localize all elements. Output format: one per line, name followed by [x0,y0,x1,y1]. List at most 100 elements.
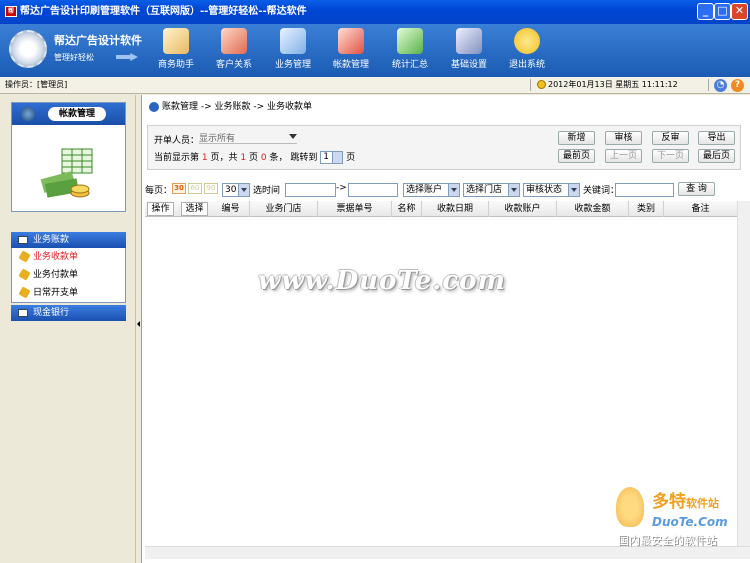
keyword-input[interactable] [615,183,674,197]
tool-label: 帐款管理 [332,60,369,70]
col-category[interactable]: 类别 [629,201,664,217]
status-select[interactable]: 审核状态 [523,183,580,197]
money-spreadsheet-icon [40,148,93,198]
nav-item-payment[interactable]: 业务付款单 [12,266,125,284]
search-button[interactable]: 查 询 [678,182,715,196]
keyword-label: 关键词： [583,186,620,196]
close-button[interactable]: ✕ [731,3,748,20]
tool-label: 基础设置 [450,60,487,70]
unapprove-button[interactable]: 反审 [652,131,689,145]
help-icon[interactable]: ? [731,79,744,92]
col-ticket-no[interactable]: 票据单号 [318,201,392,217]
main-toolbar: 帮达广告设计软件 管理好轻松 商务助手 客户关系 业务管理 帐款管理 统计汇总 … [0,24,750,77]
creator-select[interactable]: 显示所有 [199,131,297,144]
site-logo-domain: DuoTe.Com [652,515,728,529]
module-title: 帐款管理 [48,107,106,121]
page-size-30[interactable]: 30 [172,183,186,194]
maximize-button[interactable]: □ [714,3,731,20]
site-logo: 多特软件站 DuoTe.Com 国内最安全的软件站 [612,485,746,550]
store-select[interactable]: 选择门店 [463,183,520,197]
filter-panel: 开单人员： 显示所有 当前显示第 1 页，共 1 页 0 条， 跳转到 1 页 … [147,125,741,170]
creator-label: 开单人员： [154,136,200,146]
exit-figure-icon [514,28,540,54]
first-page-button[interactable]: 最前页 [558,149,595,163]
tool-business-management[interactable]: 业务管理 [264,28,322,70]
datetime: 2012年01月13日 星期五 11:11:12 [548,80,678,89]
page-info-text: 页，共 [210,153,238,163]
minimize-button[interactable]: _ [697,3,714,20]
col-id[interactable]: 编号 [212,201,250,217]
next-page-button[interactable]: 下一页 [652,149,689,163]
search-globe-icon [149,101,159,112]
tool-business-assistant[interactable]: 商务助手 [147,28,205,70]
total-items: 0 [260,153,267,163]
per-page-label: 每页： [145,186,173,196]
folder-icon [18,236,28,244]
site-logo-title-a: 多特 [652,492,686,512]
nav-item-label: 日常开支单 [33,288,79,298]
col-actions[interactable]: 操作 [147,202,174,216]
col-receipt-account[interactable]: 收款账户 [489,201,557,217]
col-store[interactable]: 业务门店 [250,201,318,217]
account-select-value: 选择账户 [406,185,443,195]
current-page: 1 [201,153,208,163]
refresh-icon[interactable]: ◔ [714,79,727,92]
account-select[interactable]: 选择账户 [403,183,460,197]
range-separator: -> [336,183,347,193]
page-info: 当前显示第 1 页，共 1 页 0 条， 跳转到 1 页 [154,150,355,164]
nav-group-label: 业务账款 [33,235,70,245]
col-remarks[interactable]: 备注 [664,201,737,217]
col-name[interactable]: 名称 [392,201,422,217]
page-size-select[interactable]: 30 [222,183,250,197]
time-label: 选时间 [253,186,281,196]
last-page-button[interactable]: 最后页 [698,149,735,163]
jump-page-select[interactable]: 1 [320,151,344,164]
page-size-60[interactable]: 60 [188,183,202,194]
nav-item-expense[interactable]: 日常开支单 [12,284,125,302]
tool-label: 商务助手 [157,60,194,70]
tool-customer-relations[interactable]: 客户关系 [205,28,263,70]
breadcrumb: 账款管理 -> 业务账款 -> 业务收款单 [149,99,312,112]
nav-group-cash-bank[interactable]: 现金银行 [11,305,126,321]
prev-page-button[interactable]: 上一页 [605,149,642,163]
app-icon[interactable]: 帮 [5,6,17,17]
status-select-value: 审核状态 [526,185,563,195]
col-receipt-amount[interactable]: 收款金额 [557,201,629,217]
site-logo-tagline: 国内最安全的软件站 [618,534,717,547]
clipboard-check-icon [163,28,189,54]
nav-group-business-accounts[interactable]: 业务账款 [11,232,126,248]
tool-label: 退出系统 [508,60,545,70]
chevron-down-icon [332,152,343,163]
col-receipt-date[interactable]: 收款日期 [422,201,489,217]
tool-basic-settings[interactable]: 基础设置 [440,28,498,70]
nav-group-label: 现金银行 [33,308,70,318]
cube-icon [18,250,31,263]
tool-statistics[interactable]: 统计汇总 [381,28,439,70]
tool-exit-system[interactable]: 退出系统 [498,28,556,70]
export-button[interactable]: 导出 [698,131,735,145]
col-select[interactable]: 选择 [181,202,208,216]
collapse-arrow-icon[interactable] [137,321,140,327]
exchange-icon [338,28,364,54]
notebook-pen-icon [280,28,306,54]
chevron-down-icon [568,184,579,196]
folder-icon [18,309,28,317]
add-button[interactable]: 新增 [558,131,595,145]
approve-button[interactable]: 审核 [605,131,642,145]
tool-label: 统计汇总 [391,60,428,70]
nav-item-receipt[interactable]: 业务收款单 [12,248,125,266]
page-info-text: 条， 跳转到 [269,153,318,163]
jump-page-value: 1 [323,152,329,162]
page-size-90[interactable]: 90 [204,183,218,194]
start-date-input[interactable] [285,183,336,197]
calendar-icon [456,28,482,54]
page-info-text: 页 [346,153,356,163]
tool-accounts-management[interactable]: 帐款管理 [322,28,380,70]
store-select-value: 选择门店 [466,185,503,195]
cube-icon [18,286,31,299]
title-bar: 帮 帮达广告设计印刷管理软件（互联网版）--管理好轻松--帮达软件 _ □ ✕ [0,0,750,24]
end-date-input[interactable] [348,183,398,197]
people-icon [221,28,247,54]
site-logo-title-b: 软件站 [686,497,719,510]
brand-name: 帮达广告设计软件 [54,34,142,47]
